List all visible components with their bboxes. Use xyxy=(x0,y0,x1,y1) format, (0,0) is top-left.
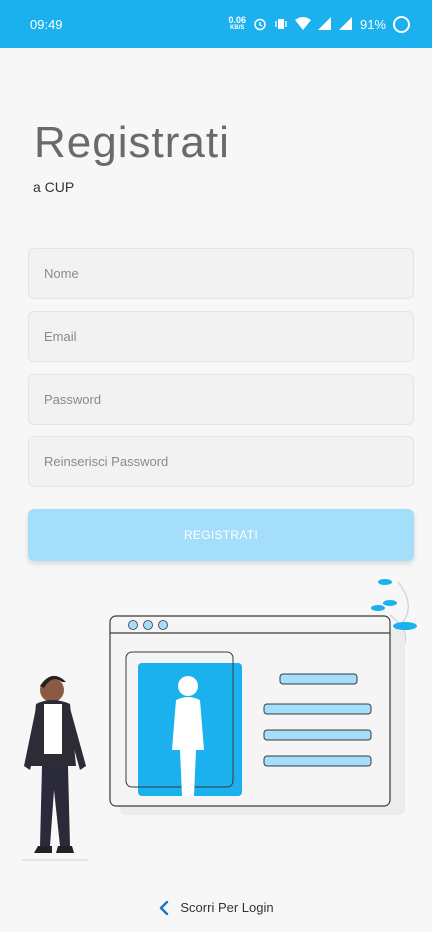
scroll-to-login-link[interactable]: Scorri Per Login xyxy=(0,900,432,915)
network-speed: 0.06 KB/S xyxy=(228,16,246,32)
chevron-left-icon xyxy=(160,900,169,915)
registration-illustration xyxy=(22,579,417,861)
alarm-icon xyxy=(254,18,266,31)
network-speed-unit: KB/S xyxy=(230,25,245,31)
email-input[interactable] xyxy=(28,311,414,362)
password-input[interactable] xyxy=(28,374,414,425)
confirm-password-input[interactable] xyxy=(28,436,414,487)
wifi-icon xyxy=(294,17,311,30)
signal-icon xyxy=(338,17,352,30)
status-time: 09:49 xyxy=(30,16,63,32)
signal-icon xyxy=(317,17,331,30)
page-title: Registrati xyxy=(34,118,230,167)
battery-icon xyxy=(393,15,410,33)
vibrate-icon xyxy=(275,19,287,29)
page-subtitle: a CUP xyxy=(33,179,75,195)
scroll-to-login-label: Scorri Per Login xyxy=(180,900,274,915)
battery-percentage: 91% xyxy=(359,16,386,32)
status-icons: 0.06 KB/S 91% xyxy=(228,15,410,33)
network-speed-value: 0.06 xyxy=(228,15,246,25)
register-button[interactable]: REGISTRATI xyxy=(28,509,414,561)
status-bar: 09:49 0.06 KB/S 91% xyxy=(0,0,432,48)
name-input[interactable] xyxy=(28,248,414,299)
